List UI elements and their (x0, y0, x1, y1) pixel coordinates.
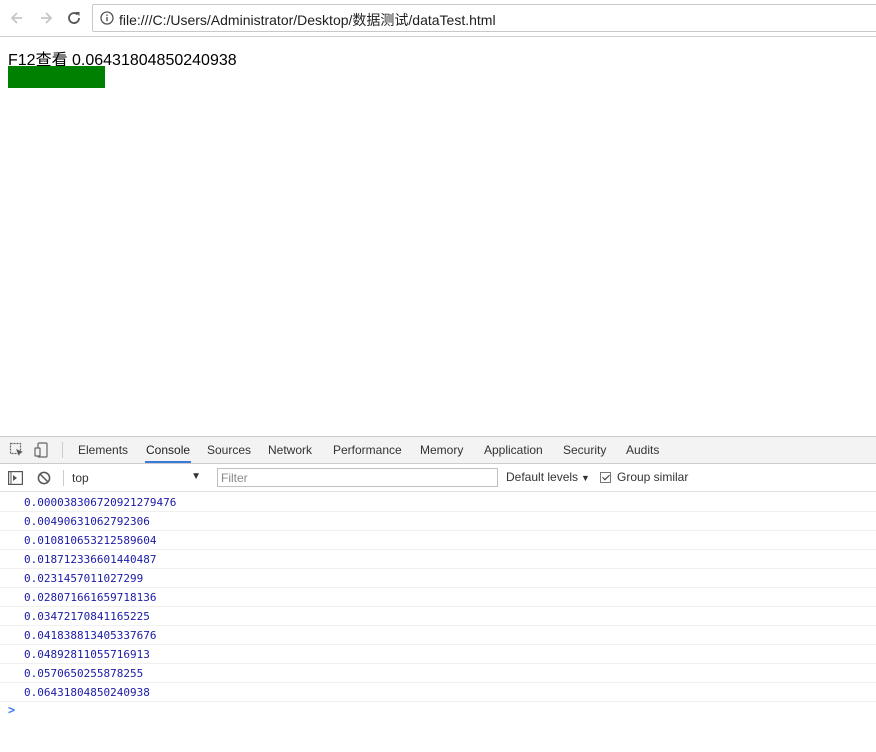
toolbar-divider (63, 470, 64, 486)
browser-toolbar: file:///C:/Users/Administrator/Desktop/数… (0, 0, 876, 37)
reload-icon (68, 12, 80, 24)
console-message[interactable]: 0.06431804850240938 (0, 683, 876, 702)
console-message-text: 0.03472170841165225 (24, 610, 150, 623)
tab-elements[interactable]: Elements (78, 437, 128, 463)
tab-network[interactable]: Network (268, 437, 312, 463)
context-label: top (72, 471, 89, 485)
console-message-text: 0.0231457011027299 (24, 572, 144, 585)
forward-button[interactable] (35, 7, 57, 29)
console-toolbar: top ▼ Default levels▼ Group similar (0, 464, 876, 492)
info-icon[interactable] (100, 11, 114, 25)
console-message-text: 0.00490631062792306 (24, 515, 150, 528)
console-message[interactable]: 0.0570650255878255 (0, 664, 876, 683)
console-message[interactable]: 0.04892811055716913 (0, 645, 876, 664)
tab-console[interactable]: Console (145, 437, 192, 463)
console-message-text: 0.010810653212589604 (24, 534, 157, 547)
tab-sources[interactable]: Sources (207, 437, 251, 463)
page-content: F12查看 0.06431804850240938 (0, 37, 876, 436)
tab-security[interactable]: Security (563, 437, 606, 463)
console-message-text: 0.041838813405337676 (24, 629, 157, 642)
filter-input[interactable] (217, 468, 498, 487)
console-message[interactable]: 0.028071661659718136 (0, 588, 876, 607)
levels-label: Default levels (506, 470, 579, 484)
tab-application[interactable]: Application (484, 437, 543, 463)
console-message-text: 0.06431804850240938 (24, 686, 150, 699)
device-toolbar-icon[interactable] (34, 442, 50, 458)
green-bar (8, 66, 105, 88)
address-bar[interactable]: file:///C:/Users/Administrator/Desktop/数… (92, 4, 876, 32)
console-message-text: 0.028071661659718136 (24, 591, 157, 604)
console-message[interactable]: 0.041838813405337676 (0, 626, 876, 645)
clear-console-icon[interactable] (37, 471, 51, 485)
reload-button[interactable] (63, 7, 85, 29)
console-message-text: 0.000038306720921279476 (24, 496, 177, 509)
arrow-right-icon (41, 12, 53, 24)
console-message[interactable]: 0.018712336601440487 (0, 550, 876, 569)
console-message[interactable]: 0.0231457011027299 (0, 569, 876, 588)
group-similar-toggle[interactable]: Group similar (600, 470, 688, 484)
console-message[interactable]: 0.000038306720921279476 (0, 493, 876, 512)
triangle-down-icon: ▼ (191, 471, 201, 482)
console-message-text: 0.0570650255878255 (24, 667, 144, 680)
context-selector[interactable]: top ▼ (67, 467, 205, 488)
toolbar-divider (62, 442, 63, 458)
devtools-panel: Elements Console Sources Network Performance… (0, 436, 876, 752)
arrow-left-icon (10, 12, 22, 24)
group-similar-label: Group similar (617, 470, 689, 484)
tab-performance[interactable]: Performance (333, 437, 402, 463)
console-messages: 0.000038306720921279476 0.004906310627923… (0, 493, 876, 702)
tab-audits[interactable]: Audits (626, 437, 659, 463)
group-similar-checkbox[interactable] (600, 471, 611, 483)
default-levels-dropdown[interactable]: Default levels ▼ (506, 470, 590, 484)
devtools-tabbar: Elements Console Sources Network Performance… (0, 437, 876, 464)
console-message[interactable]: 0.00490631062792306 (0, 512, 876, 531)
console-message-text: 0.018712336601440487 (24, 553, 157, 566)
triangle-down-icon: ▼ (581, 473, 590, 483)
console-sidebar-icon[interactable] (8, 471, 23, 485)
browser-window: file:///C:/Users/Administrator/Desktop/数… (0, 0, 876, 752)
back-button[interactable] (6, 7, 28, 29)
inspect-element-icon[interactable] (9, 442, 25, 458)
url-text[interactable]: file:///C:/Users/Administrator/Desktop/数… (119, 10, 496, 30)
console-message-text: 0.04892811055716913 (24, 648, 150, 661)
console-message[interactable]: 0.010810653212589604 (0, 531, 876, 550)
console-prompt-icon[interactable]: > (8, 703, 15, 717)
tab-memory[interactable]: Memory (420, 437, 463, 463)
console-message[interactable]: 0.03472170841165225 (0, 607, 876, 626)
